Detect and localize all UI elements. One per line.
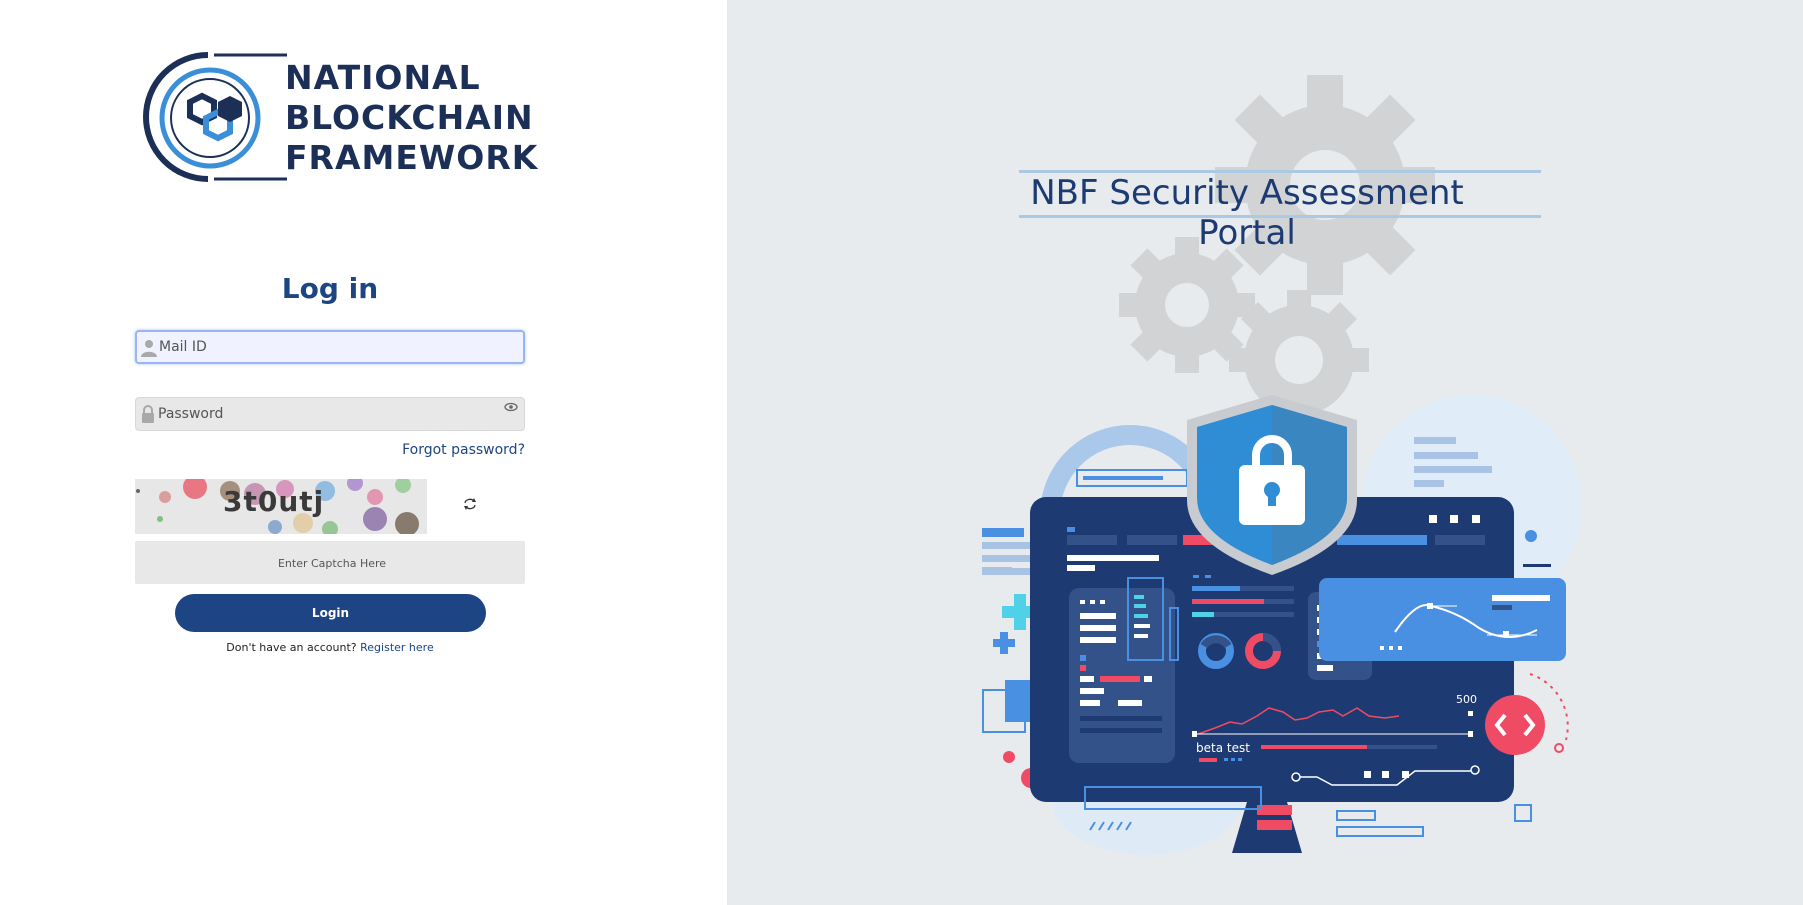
nbf-logo: NATIONAL BLOCKCHAIN FRAMEWORK (142, 52, 537, 184)
refresh-captcha-icon[interactable] (462, 496, 478, 512)
register-link[interactable]: Register here (360, 641, 434, 654)
portal-title-bottom-line (1019, 215, 1541, 218)
blockchain-logo-icon (143, 52, 287, 182)
lock-icon (142, 405, 154, 423)
captcha-image: 3t0utj (135, 479, 427, 534)
logo-line-2: BLOCKCHAIN (285, 98, 534, 137)
login-button[interactable]: Login (175, 594, 486, 632)
plus-small-icon (993, 632, 1015, 654)
illustration-panel: 500 beta test NBF Security Assessment Po… (727, 0, 1803, 905)
user-icon (141, 340, 157, 357)
login-panel: NATIONAL BLOCKCHAIN FRAMEWORK Log in For… (0, 0, 727, 905)
beta-test-label: beta test (1196, 741, 1250, 755)
captcha-input[interactable] (135, 541, 529, 586)
captcha-text: 3t0utj (223, 485, 325, 518)
mail-id-field[interactable] (135, 330, 525, 364)
wave-chart-card (1319, 578, 1566, 661)
logo-line-1: NATIONAL (285, 58, 481, 97)
logo-line-3: FRAMEWORK (285, 138, 539, 177)
logo-text: NATIONAL BLOCKCHAIN FRAMEWORK (285, 58, 538, 178)
captcha-field[interactable] (135, 541, 529, 586)
no-account-text: Don't have an account? (226, 641, 357, 654)
chart-label-500: 500 (1456, 693, 1477, 706)
password-input[interactable] (158, 398, 488, 430)
security-illustration: 500 beta test (982, 75, 1582, 855)
password-field[interactable] (135, 397, 525, 431)
login-title: Log in (281, 272, 379, 305)
portal-title: NBF Security Assessment Portal (1030, 173, 1464, 253)
mail-id-input[interactable] (159, 332, 489, 362)
register-line: Don't have an account? Register here (0, 641, 660, 654)
show-password-eye-icon[interactable] (504, 400, 518, 414)
forgot-password-link[interactable]: Forgot password? (380, 442, 525, 458)
